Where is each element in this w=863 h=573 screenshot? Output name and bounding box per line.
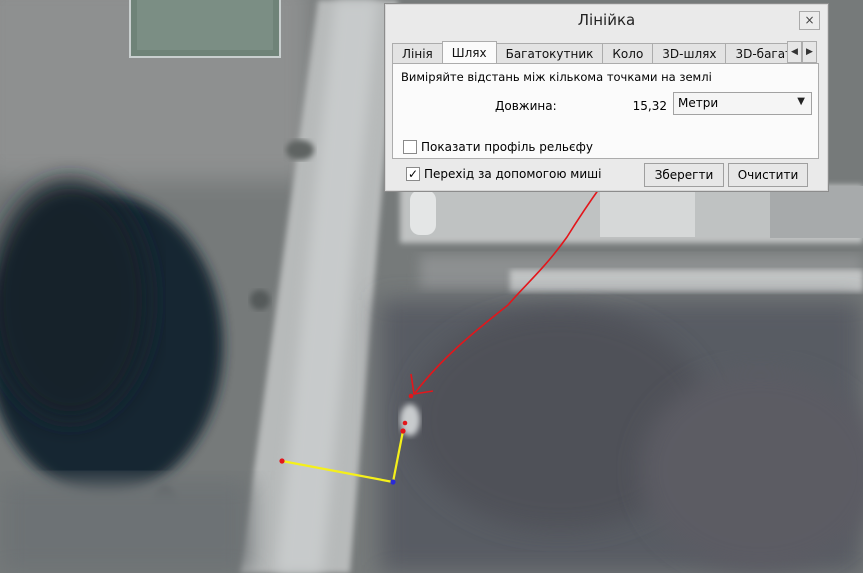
path-extra-point (402, 420, 408, 426)
chevron-right-icon: ▶ (806, 47, 813, 57)
dialog-titlebar[interactable]: Лінійка × (385, 4, 828, 36)
tab-3d-path[interactable]: 3D-шлях (652, 43, 727, 63)
tab-polygon[interactable]: Багатокутник (495, 43, 604, 63)
path-end-point (400, 428, 406, 434)
tab-path[interactable]: Шлях (441, 41, 497, 63)
unit-selected-value: Метри (678, 96, 719, 110)
tab-scroll-left-button[interactable]: ◀ (787, 41, 802, 63)
tab-scroll-right-button[interactable]: ▶ (802, 41, 817, 63)
ruler-dialog: Лінійка × Лінія Шлях Багатокутник Коло 3D-шл… (384, 3, 829, 192)
tab-bar: ЛініяШляхБагатокутникКоло3D-шлях3D-багат… (392, 41, 788, 63)
mouse-navigation-checkbox[interactable]: ✓ (406, 167, 420, 181)
close-button[interactable]: × (799, 11, 820, 30)
description-text: Виміряйте відстань між кількома точками … (401, 70, 712, 84)
profile-checkbox[interactable] (403, 140, 417, 154)
path-tab-panel: Виміряйте відстань між кількома точками … (392, 63, 819, 159)
save-button[interactable]: Зберегти (644, 163, 724, 187)
path-vertex-point (390, 479, 396, 485)
clear-button[interactable]: Очистити (728, 163, 808, 187)
profile-checkbox-label[interactable]: Показати профіль рельєфу (421, 140, 593, 154)
chevron-down-icon: ▼ (797, 96, 805, 107)
length-value: 15,32 (632, 99, 667, 113)
chevron-left-icon: ◀ (791, 47, 798, 57)
unit-select[interactable]: Метри ▼ (673, 92, 812, 115)
tab-circle[interactable]: Коло (602, 43, 654, 63)
length-label: Довжина: (495, 99, 557, 113)
tab-3d-polygon[interactable]: 3D-багатокут (725, 43, 788, 63)
path-cursor-point (408, 393, 414, 399)
checkmark-icon: ✓ (407, 167, 419, 181)
path-start-point (279, 458, 285, 464)
mouse-navigation-label[interactable]: Перехід за допомогою миші (424, 167, 601, 181)
dialog-title: Лінійка (577, 11, 636, 29)
close-icon: × (804, 13, 815, 27)
tab-line[interactable]: Лінія (392, 43, 443, 63)
